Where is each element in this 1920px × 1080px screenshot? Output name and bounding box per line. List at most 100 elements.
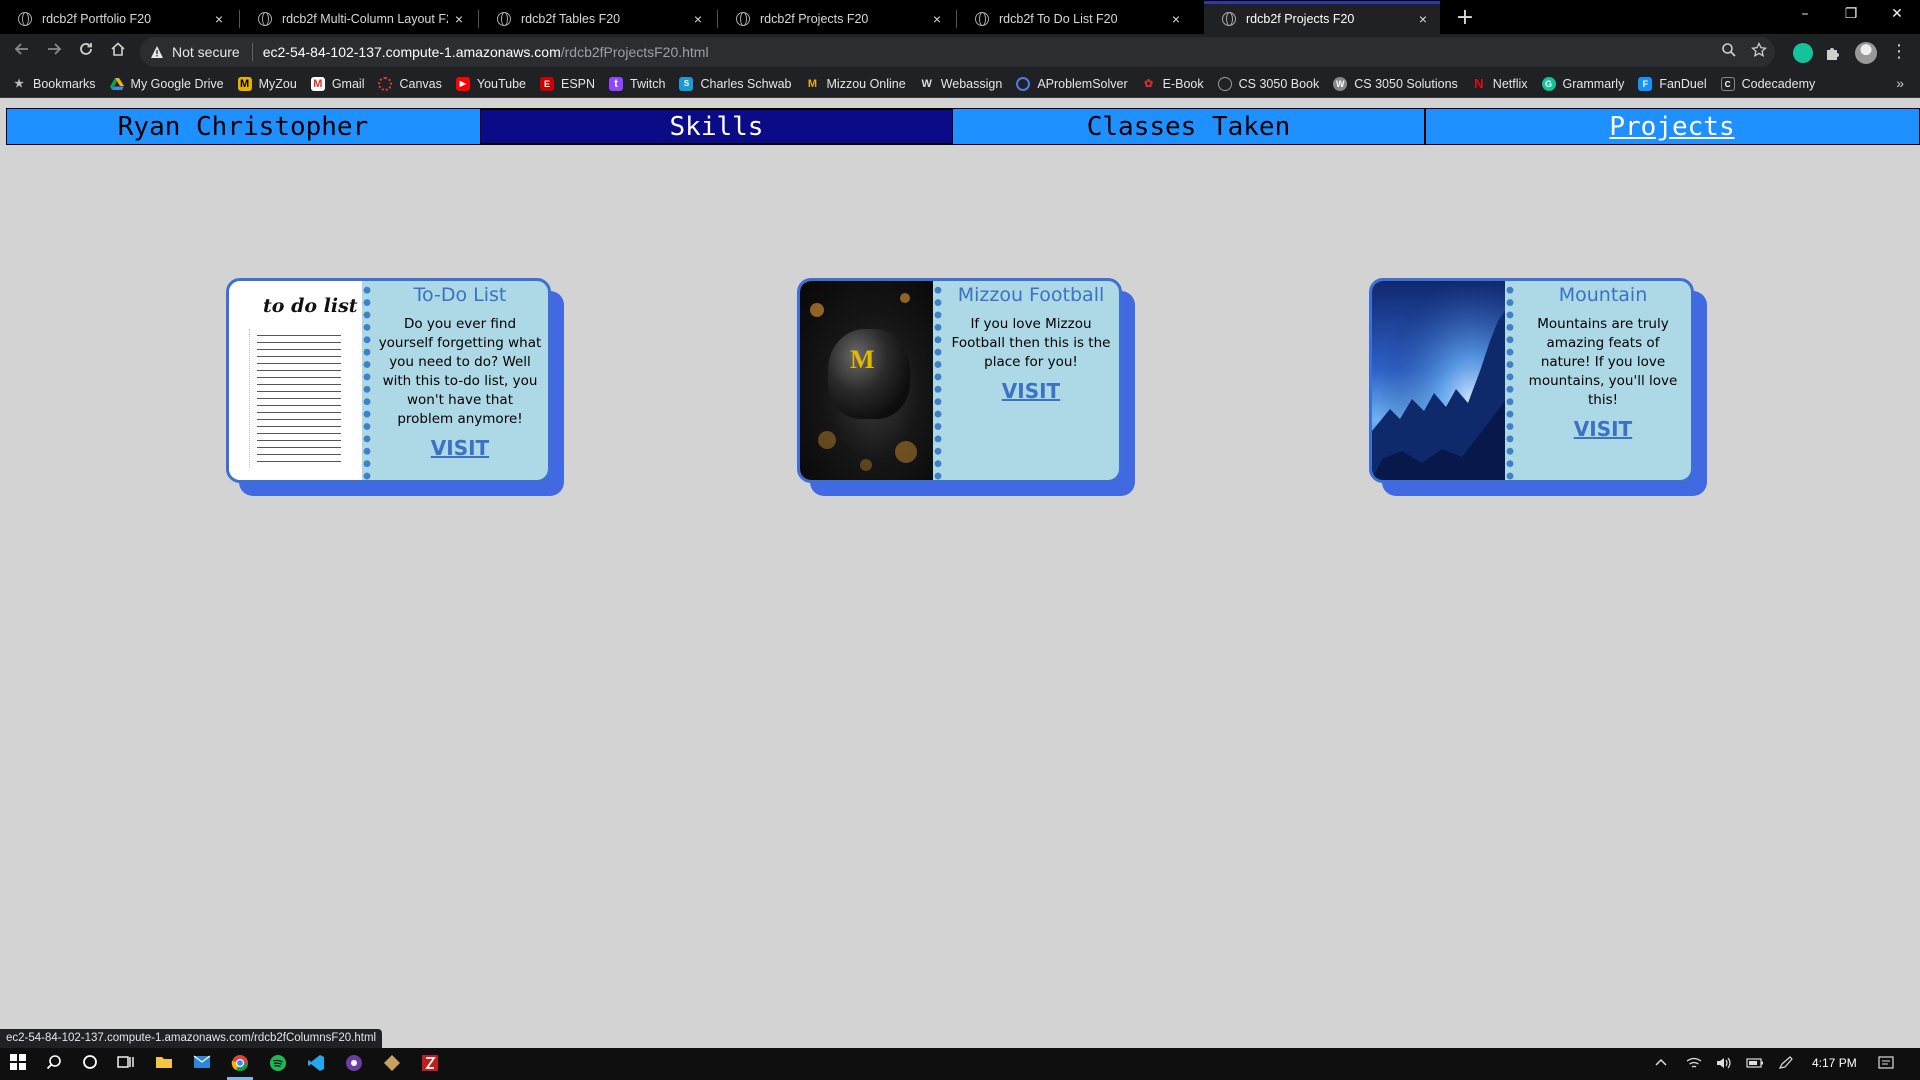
bookmark-item[interactable]: M MyZou [237, 76, 297, 91]
tab-title: rdcb2f Portfolio F20 [42, 12, 152, 26]
restore-button[interactable]: ❐ [1828, 0, 1874, 30]
notifications-icon[interactable] [1878, 1056, 1894, 1074]
nav-link-home[interactable]: Ryan Christopher [7, 109, 480, 144]
close-window-button[interactable]: ✕ [1874, 0, 1920, 30]
bookmark-item[interactable]: CS 3050 Book [1217, 76, 1319, 91]
bookmark-item[interactable]: G Grammarly [1541, 76, 1624, 91]
url-host[interactable]: ec2-54-84-102-137.compute-1.amazonaws.co… [263, 44, 561, 60]
tab-close-icon[interactable]: × [687, 11, 709, 27]
tab-close-icon[interactable]: × [208, 11, 230, 27]
visit-link[interactable]: VISIT [1002, 379, 1060, 403]
bookmark-item[interactable]: M Gmail [310, 76, 365, 91]
bookmarks-overflow-icon[interactable]: » [1896, 75, 1904, 91]
bookmark-item[interactable]: ✿ E-Book [1142, 77, 1204, 91]
tab-close-icon[interactable]: × [448, 11, 470, 27]
vscode-icon[interactable] [306, 1054, 326, 1074]
volume-icon[interactable] [1716, 1056, 1732, 1074]
tab-title: rdcb2f Projects F20 [1246, 12, 1355, 26]
bookmark-item[interactable]: AProblemSolver [1016, 76, 1128, 91]
home-button[interactable] [106, 40, 130, 64]
bookmark-item[interactable]: E ESPN [540, 76, 595, 91]
battery-icon[interactable] [1746, 1056, 1764, 1074]
reload-button[interactable] [74, 40, 98, 64]
card-body: To-Do List Do you ever find yourself for… [372, 281, 548, 480]
minimize-button[interactable]: – [1782, 0, 1828, 30]
url-path[interactable]: /rdcb2fProjectsF20.html [561, 44, 709, 60]
nav-link-skills[interactable]: Skills [480, 109, 953, 144]
chrome-icon[interactable] [230, 1054, 250, 1074]
mizzou-icon: M [807, 77, 818, 90]
bookmark-item[interactable]: Canvas [378, 76, 442, 91]
windows-start-icon[interactable] [8, 1054, 28, 1074]
browser-menu-icon[interactable]: ⋮ [1887, 40, 1911, 64]
bookmark-item[interactable]: My Google Drive [109, 77, 224, 91]
filezilla-icon[interactable] [420, 1054, 440, 1074]
bookmark-item[interactable]: W Webassign [920, 77, 1003, 91]
netflix-icon: N [1474, 75, 1484, 91]
bookmark-label: Netflix [1492, 76, 1528, 91]
search-icon[interactable] [44, 1054, 64, 1074]
wifi-icon[interactable] [1686, 1056, 1702, 1074]
grammarly-extension-icon[interactable] [1793, 43, 1813, 63]
browser-tab[interactable]: rdcb2f Projects F20 × [718, 4, 954, 34]
warning-icon[interactable] [150, 45, 164, 59]
drive-icon [109, 77, 124, 91]
task-view-icon[interactable] [116, 1054, 136, 1074]
globe-icon [497, 12, 511, 26]
zoom-icon[interactable] [1721, 42, 1737, 58]
extensions-puzzle-icon[interactable] [1823, 43, 1843, 63]
wordpress-icon: W [1333, 76, 1348, 91]
arrow-left-icon [14, 43, 28, 55]
bookmark-item[interactable]: ★ Bookmarks [12, 77, 95, 91]
security-label[interactable]: Not secure [172, 44, 240, 60]
nav-link-projects[interactable]: Projects [1426, 109, 1919, 144]
browser-tab-active[interactable]: rdcb2f Projects F20 × [1204, 1, 1440, 34]
spotify-icon[interactable] [268, 1054, 288, 1074]
nav-link-classes-taken[interactable]: Classes Taken [953, 109, 1426, 144]
app-icon[interactable] [344, 1054, 364, 1074]
profile-avatar[interactable] [1855, 42, 1877, 64]
visit-link[interactable]: VISIT [431, 436, 489, 460]
browser-tab[interactable]: rdcb2f Tables F20 × [479, 4, 715, 34]
bookmark-label: Webassign [940, 76, 1003, 91]
tab-close-icon[interactable]: × [1165, 11, 1187, 27]
grammarly-icon: G [1541, 76, 1556, 91]
pen-icon[interactable] [1778, 1056, 1794, 1074]
bookmark-item[interactable]: N Netflix [1472, 75, 1528, 91]
mail-icon[interactable] [192, 1054, 212, 1074]
bookmark-item[interactable]: C Codecademy [1720, 76, 1815, 91]
back-button[interactable] [10, 40, 34, 64]
bokeh-light [895, 441, 917, 463]
bookmark-item[interactable]: F FanDuel [1638, 76, 1707, 91]
bookmark-item[interactable]: t Twitch [609, 76, 665, 91]
myzou-icon: M [237, 76, 252, 91]
bookmark-item[interactable]: ▶ YouTube [455, 76, 526, 91]
bookmark-item[interactable]: S Charles Schwab [679, 76, 792, 91]
bookmark-item[interactable]: W CS 3050 Solutions [1333, 76, 1458, 91]
browser-tab[interactable]: rdcb2f To Do List F20 × [957, 4, 1193, 34]
git-icon[interactable] [382, 1054, 402, 1074]
notepad-lines [257, 329, 341, 467]
browser-tab[interactable]: rdcb2f Portfolio F20 × [0, 4, 236, 34]
browser-tab[interactable]: rdcb2f Multi-Column Layout F20 × [240, 4, 476, 34]
bookmark-label: Gmail [331, 76, 365, 91]
address-bar[interactable]: Not secure ec2-54-84-102-137.compute-1.a… [140, 37, 1775, 67]
tab-close-icon[interactable]: × [1412, 11, 1434, 27]
new-tab-button[interactable]: + [1450, 4, 1480, 32]
bookmark-star-icon[interactable] [1751, 42, 1767, 58]
bokeh-light [860, 459, 872, 471]
cortana-icon[interactable] [80, 1054, 100, 1074]
tab-title: rdcb2f Multi-Column Layout F20 [282, 12, 448, 26]
bookmark-item[interactable]: M Mizzou Online [806, 77, 906, 91]
forward-button[interactable] [42, 40, 66, 64]
divider [251, 43, 253, 61]
page-content: Ryan Christopher Skills Classes Taken Pr… [0, 99, 1920, 1048]
card-description: Mountains are truly amazing feats of nat… [1528, 316, 1678, 408]
file-explorer-icon[interactable] [154, 1054, 174, 1074]
taskbar-clock[interactable]: 4:17 PM [1812, 1056, 1857, 1070]
chevron-up-icon[interactable] [1654, 1056, 1668, 1072]
tab-close-icon[interactable]: × [926, 11, 948, 27]
schwab-icon: S [679, 76, 694, 91]
visit-link[interactable]: VISIT [1574, 417, 1632, 441]
card-body: Mizzou Football If you love Mizzou Footb… [943, 281, 1119, 480]
